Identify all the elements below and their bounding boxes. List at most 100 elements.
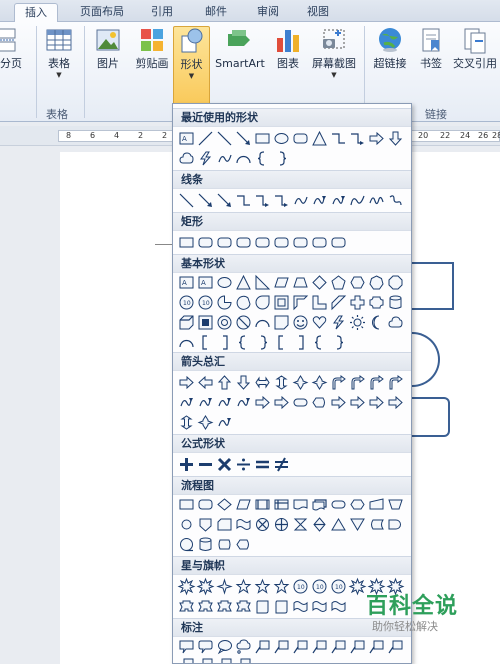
- shape-rounded-rectangle-option[interactable]: [310, 232, 329, 252]
- shape-arc-option[interactable]: [253, 312, 272, 332]
- shape-right-triangle-option[interactable]: [253, 272, 272, 292]
- shape-star5-option[interactable]: [272, 576, 291, 596]
- shape-fproc-option[interactable]: [177, 494, 196, 514]
- shape-line-option[interactable]: [177, 190, 196, 210]
- shape-calll-option[interactable]: [253, 636, 272, 656]
- shape-right-arrow-option[interactable]: [386, 392, 405, 412]
- shape-fsto-option[interactable]: [367, 514, 386, 534]
- shape-dec-option[interactable]: 10: [196, 292, 215, 312]
- shape-falt-option[interactable]: [196, 494, 215, 514]
- shape-multiply-option[interactable]: [215, 454, 234, 474]
- shape-curve-option[interactable]: [291, 190, 310, 210]
- shape-text-box-option[interactable]: A: [196, 272, 215, 292]
- shape-fmop-option[interactable]: [386, 494, 405, 514]
- shape-fmdoc-option[interactable]: [310, 494, 329, 514]
- shape-rectangle-option[interactable]: [253, 128, 272, 148]
- shape-curved-arrow-option[interactable]: [215, 412, 234, 432]
- shape-calll-option[interactable]: [177, 654, 196, 663]
- shape-oval-option[interactable]: [215, 272, 234, 292]
- shape-cloud-option[interactable]: [177, 148, 196, 168]
- shape-fcon-option[interactable]: [177, 514, 196, 534]
- shape-fold-option[interactable]: [272, 312, 291, 332]
- shape-bolt-option[interactable]: [196, 148, 215, 168]
- shape-moon-option[interactable]: [367, 312, 386, 332]
- shape-fdel-option[interactable]: [386, 514, 405, 534]
- shape-text-box-option[interactable]: A: [177, 272, 196, 292]
- shape-line-option[interactable]: [196, 128, 215, 148]
- shape-bent-arrow-option[interactable]: [348, 372, 367, 392]
- shape-pie-option[interactable]: [215, 292, 234, 312]
- shape-curved-arrow-option[interactable]: [177, 392, 196, 412]
- shape-oval-option[interactable]: [272, 128, 291, 148]
- shape-sqb-option[interactable]: [196, 332, 215, 352]
- shape-star5-option[interactable]: [234, 576, 253, 596]
- shape-rounded-rectangle-option[interactable]: [291, 232, 310, 252]
- shape-elbow-arrow-option[interactable]: [253, 190, 272, 210]
- shape-elbow-connector-option[interactable]: [329, 128, 348, 148]
- shape-hex-option[interactable]: [348, 272, 367, 292]
- shape-right-arrow-option[interactable]: [272, 392, 291, 412]
- shape-donut-option[interactable]: [215, 312, 234, 332]
- shape-bolt-option[interactable]: [329, 312, 348, 332]
- shape-fdir-option[interactable]: [215, 534, 234, 554]
- shape-divide-option[interactable]: [234, 454, 253, 474]
- shape-left-right-arrow-option[interactable]: [253, 372, 272, 392]
- shape-scroll-option[interactable]: [272, 596, 291, 616]
- flowchart-delay-shape[interactable]: [410, 332, 440, 387]
- shape-ribbon-option[interactable]: [234, 596, 253, 616]
- hyperlink-button[interactable]: 超链接: [370, 26, 410, 71]
- shape-curved-arrow-option[interactable]: [310, 190, 329, 210]
- shape-pent-option[interactable]: [329, 272, 348, 292]
- shape-fman-option[interactable]: [367, 494, 386, 514]
- shape-sqbr-option[interactable]: [291, 332, 310, 352]
- shape-oct-option[interactable]: [386, 272, 405, 292]
- shape-hept-option[interactable]: [367, 272, 386, 292]
- shape-callr-option[interactable]: [177, 636, 196, 656]
- shape-calll-option[interactable]: [386, 636, 405, 656]
- shape-nosym-option[interactable]: [234, 312, 253, 332]
- shape-sqbr-option[interactable]: [215, 332, 234, 352]
- shape-wave-option[interactable]: [310, 596, 329, 616]
- shape-equal-option[interactable]: [253, 454, 272, 474]
- shape-right-arrow-option[interactable]: [367, 128, 386, 148]
- shape-calll-option[interactable]: [329, 636, 348, 656]
- shape-fdisp-option[interactable]: [234, 534, 253, 554]
- shape-right-arrow-option[interactable]: [329, 392, 348, 412]
- shape-curved-arrow-option[interactable]: [234, 392, 253, 412]
- shape-right-arrow-option[interactable]: [177, 372, 196, 392]
- shape-star5-option[interactable]: [253, 576, 272, 596]
- shape-right-arrow-option[interactable]: [348, 392, 367, 412]
- shape-up-down-arrow-option[interactable]: [177, 412, 196, 432]
- shape-bent-arrow-option[interactable]: [367, 372, 386, 392]
- shape-rounded-rectangle-option[interactable]: [272, 232, 291, 252]
- shape-zz-option[interactable]: [386, 190, 405, 210]
- shape-dec-option[interactable]: 10: [329, 576, 348, 596]
- shape-brr-option[interactable]: [253, 332, 272, 352]
- shape-for-option[interactable]: [272, 514, 291, 534]
- shape-scroll-option[interactable]: [253, 596, 272, 616]
- shape-fcol-option[interactable]: [291, 514, 310, 534]
- shape-scrib-option[interactable]: [367, 190, 386, 210]
- shape-trap-option[interactable]: [291, 272, 310, 292]
- table-button[interactable]: 表格 ▼: [44, 26, 74, 79]
- shape-rounded-rectangle-option[interactable]: [253, 232, 272, 252]
- shape-ribbon-option[interactable]: [177, 596, 196, 616]
- shape-elbow-arrow-option[interactable]: [348, 128, 367, 148]
- shape-rounded-rectangle-option[interactable]: [196, 232, 215, 252]
- shape-dec-option[interactable]: 10: [291, 576, 310, 596]
- shape-quad-arrow-option[interactable]: [196, 412, 215, 432]
- shape-cube-option[interactable]: [177, 312, 196, 332]
- shape-arrow-option[interactable]: [215, 190, 234, 210]
- shape-heart-option[interactable]: [310, 312, 329, 332]
- shape-plus-option[interactable]: [177, 454, 196, 474]
- shape-halfframe-option[interactable]: [291, 292, 310, 312]
- shape-callrr-option[interactable]: [196, 636, 215, 656]
- shape-fterm-option[interactable]: [291, 392, 310, 412]
- shape-sqb-option[interactable]: [272, 332, 291, 352]
- shape-down-arrow-option[interactable]: [234, 372, 253, 392]
- shape-bevel-option[interactable]: [196, 312, 215, 332]
- flowchart-process-shape[interactable]: [410, 262, 454, 310]
- shape-plus-option[interactable]: [348, 292, 367, 312]
- shape-calll-option[interactable]: [196, 654, 215, 663]
- shape-calll-option[interactable]: [215, 654, 234, 663]
